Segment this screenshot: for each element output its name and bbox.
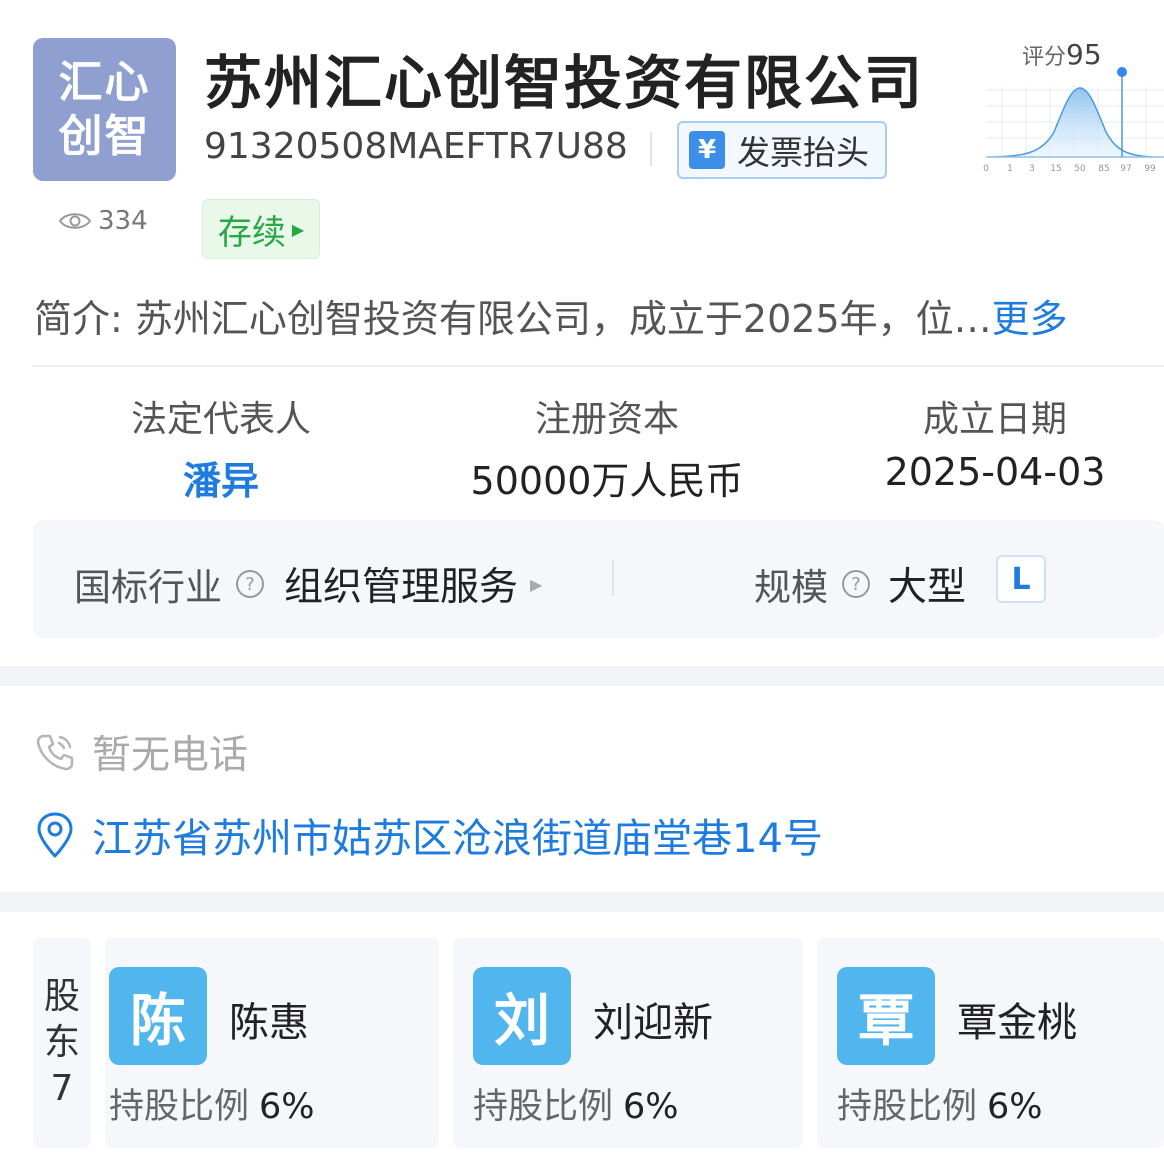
scale-item[interactable]: 规模 ? 大型 [754, 556, 966, 612]
score-axis-tick: 85 [1098, 164, 1109, 174]
shareholding-ratio: 持股比例 6% [109, 1078, 315, 1129]
shareholding-ratio: 持股比例 6% [837, 1078, 1043, 1129]
section-gap [0, 666, 1164, 686]
score-distribution-chart: 0 1 3 15 50 85 97 99 [983, 67, 1164, 174]
score-axis-tick: 3 [1029, 164, 1035, 174]
intro-text: 苏州汇心创智投资有限公司，成立于2025年，位… [134, 297, 992, 341]
shareholders-count: 7 [50, 1068, 74, 1109]
shareholding-ratio: 持股比例 6% [473, 1078, 679, 1129]
legal-rep-label: 法定代表人 [130, 399, 311, 440]
phone-icon [36, 734, 74, 771]
address-text: 江苏省苏州市姑苏区沧浪街道庙堂巷14号 [92, 816, 823, 862]
company-name: 苏州汇心创智投资有限公司 [204, 49, 925, 117]
intro-more-link[interactable]: 更多 [992, 297, 1068, 341]
caret-right-icon: ▶ [291, 219, 305, 239]
shareholder-card[interactable]: 陈 陈惠 持股比例 6% [105, 938, 439, 1148]
status-badge[interactable]: 存续 ▶ [202, 199, 320, 259]
help-icon[interactable]: ? [236, 570, 264, 598]
avatar: 覃 [837, 967, 935, 1065]
yen-receipt-icon: ¥ [689, 131, 725, 169]
date-label: 成立日期 [922, 399, 1067, 440]
company-logo: 汇心 创智 [33, 38, 176, 181]
view-count: 334 [58, 206, 148, 236]
industry-value: 组织管理服务 [284, 565, 519, 610]
shareholders-label-2: 东 [43, 1022, 80, 1063]
phone-row[interactable]: 暂无电话 [34, 724, 248, 780]
shareholder-card[interactable]: 刘 刘迎新 持股比例 6% [453, 938, 803, 1148]
status-label: 存续 [217, 212, 286, 253]
eye-icon [58, 213, 92, 229]
address-row[interactable]: 江苏省苏州市姑苏区沧浪街道庙堂巷14号 [34, 806, 823, 864]
location-pin-icon [37, 812, 73, 858]
avatar: 刘 [473, 967, 571, 1065]
score-axis-tick: 0 [983, 164, 989, 174]
invoice-title-button[interactable]: ¥ 发票抬头 [677, 121, 887, 179]
score-axis-tick: 97 [1120, 164, 1131, 174]
shareholder-card[interactable]: 覃 覃金桃 持股比例 6% [817, 938, 1164, 1148]
shareholders-label-1: 股 [43, 976, 80, 1017]
shareholder-name: 刘迎新 [593, 1000, 713, 1046]
score-axis-tick: 1 [1007, 164, 1013, 174]
establish-date: 成立日期 2025-04-03 [800, 390, 1164, 494]
logo-line-2: 创智 [58, 110, 151, 162]
score-axis-tick: 50 [1074, 164, 1086, 174]
ratio-value: 6% [259, 1087, 315, 1127]
logo-line-1: 汇心 [58, 56, 151, 108]
scale-label: 规模 [754, 566, 828, 609]
ratio-value: 6% [623, 1087, 679, 1127]
score-axis-tick: 15 [1050, 164, 1061, 174]
shareholders-tab[interactable]: 股 东 7 [33, 938, 91, 1148]
capital-label: 注册资本 [534, 399, 679, 440]
ratio-label: 持股比例 [109, 1087, 250, 1127]
capital-value: 50000万人民币 [470, 459, 744, 503]
date-value: 2025-04-03 [884, 450, 1106, 494]
scale-badge: L [996, 555, 1046, 603]
legal-representative[interactable]: 法定代表人 潘异 [26, 390, 416, 505]
ratio-label: 持股比例 [837, 1087, 978, 1127]
divider [650, 132, 652, 166]
legal-rep-value[interactable]: 潘异 [26, 450, 416, 505]
registered-capital: 注册资本 50000万人民币 [412, 390, 802, 505]
section-gap [0, 892, 1164, 912]
credit-code[interactable]: 91320508MAEFTR7U88 [204, 126, 628, 167]
intro-label: 简介: [34, 297, 123, 341]
ratio-value: 6% [987, 1087, 1043, 1127]
avatar: 陈 [109, 967, 207, 1065]
divider [33, 365, 1164, 367]
scale-value: 大型 [888, 565, 967, 610]
help-icon[interactable]: ? [842, 570, 870, 598]
divider [612, 560, 614, 596]
shareholder-name: 覃金桃 [957, 1000, 1077, 1046]
caret-right-icon: ▶ [530, 574, 543, 594]
view-count-value: 334 [98, 206, 148, 236]
score-axis-tick: 99 [1144, 164, 1156, 174]
shareholder-name: 陈惠 [229, 1000, 309, 1046]
invoice-title-label: 发票抬头 [737, 133, 869, 172]
ratio-label: 持股比例 [473, 1087, 614, 1127]
company-intro[interactable]: 简介: 苏州汇心创智投资有限公司，成立于2025年，位…更多 [34, 288, 1164, 343]
industry-label: 国标行业 [74, 566, 222, 609]
phone-text: 暂无电话 [92, 733, 249, 778]
industry-item[interactable]: 国标行业 ? 组织管理服务 ▶ [74, 556, 542, 612]
